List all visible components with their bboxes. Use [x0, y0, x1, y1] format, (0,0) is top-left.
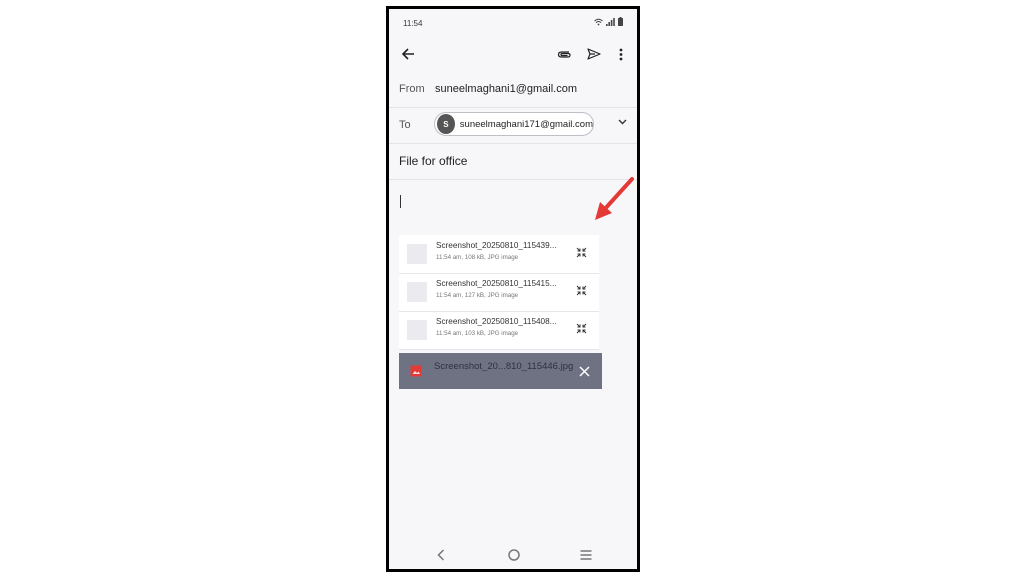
collapse-arrows-icon[interactable]	[576, 283, 587, 301]
signal-icon	[606, 17, 615, 26]
attachment-item[interactable]: Screenshot_20250810_115439... 11:54 am, …	[399, 235, 599, 274]
from-label: From	[399, 83, 425, 95]
snackbar-filename: Screenshot_20...810_115446.jpg	[434, 361, 574, 372]
more-vert-icon[interactable]	[613, 43, 629, 65]
attachment-list: Screenshot_20250810_115439... 11:54 am, …	[399, 235, 599, 350]
battery-icon	[618, 17, 623, 26]
system-nav-bar	[389, 541, 637, 569]
subject-row[interactable]: File for office	[389, 143, 637, 180]
image-thumbnail	[407, 244, 427, 264]
phone-frame: 11:54 From suneelmaghani1@gmail.com To S…	[386, 6, 640, 572]
avatar: S	[437, 114, 455, 134]
attachment-meta: 11:54 am, 108 kB, JPG image	[436, 254, 519, 261]
body-text-cursor	[400, 195, 401, 208]
collapse-arrows-icon[interactable]	[576, 321, 587, 339]
to-row[interactable]: To S suneelmaghani171@gmail.com	[389, 107, 637, 144]
red-arrow-annotation	[595, 177, 634, 220]
attachment-name: Screenshot_20250810_115415...	[436, 279, 557, 288]
status-bar: 11:54	[389, 9, 637, 33]
attachment-name: Screenshot_20250810_115408...	[436, 317, 557, 326]
from-address[interactable]: suneelmaghani1@gmail.com	[435, 83, 577, 95]
image-thumbnail	[407, 320, 427, 340]
wifi-icon	[594, 18, 603, 25]
attachment-item[interactable]: Screenshot_20250810_115408... 11:54 am, …	[399, 311, 599, 350]
chevron-down-icon[interactable]	[618, 119, 627, 125]
attachment-meta: 11:54 am, 103 kB, JPG image	[436, 330, 519, 337]
collapse-arrows-icon[interactable]	[576, 245, 587, 263]
recipient-email: suneelmaghani171@gmail.com	[459, 118, 593, 130]
attachment-item[interactable]: Screenshot_20250810_115415... 11:54 am, …	[399, 273, 599, 312]
close-icon[interactable]	[579, 364, 590, 382]
nav-recents-icon[interactable]	[578, 547, 594, 563]
to-label: To	[399, 119, 411, 131]
recipient-chip[interactable]: S suneelmaghani171@gmail.com	[434, 112, 594, 136]
image-file-icon	[410, 364, 422, 382]
nav-home-icon[interactable]	[506, 547, 522, 563]
drag-snackbar: Screenshot_20...810_115446.jpg	[399, 353, 602, 389]
compose-toolbar	[389, 39, 637, 69]
arrow-left-icon[interactable]	[397, 43, 419, 65]
send-icon[interactable]	[583, 43, 605, 65]
attachment-meta: 11:54 am, 127 kB, JPG image	[436, 292, 519, 299]
attachment-name: Screenshot_20250810_115439...	[436, 241, 557, 250]
status-icons	[594, 17, 623, 26]
from-row[interactable]: From suneelmaghani1@gmail.com	[389, 71, 637, 108]
nav-back-icon[interactable]	[433, 547, 449, 563]
subject-field[interactable]: File for office	[399, 154, 467, 168]
status-time: 11:54	[403, 19, 423, 28]
image-thumbnail	[407, 282, 427, 302]
paperclip-icon[interactable]	[553, 43, 575, 65]
